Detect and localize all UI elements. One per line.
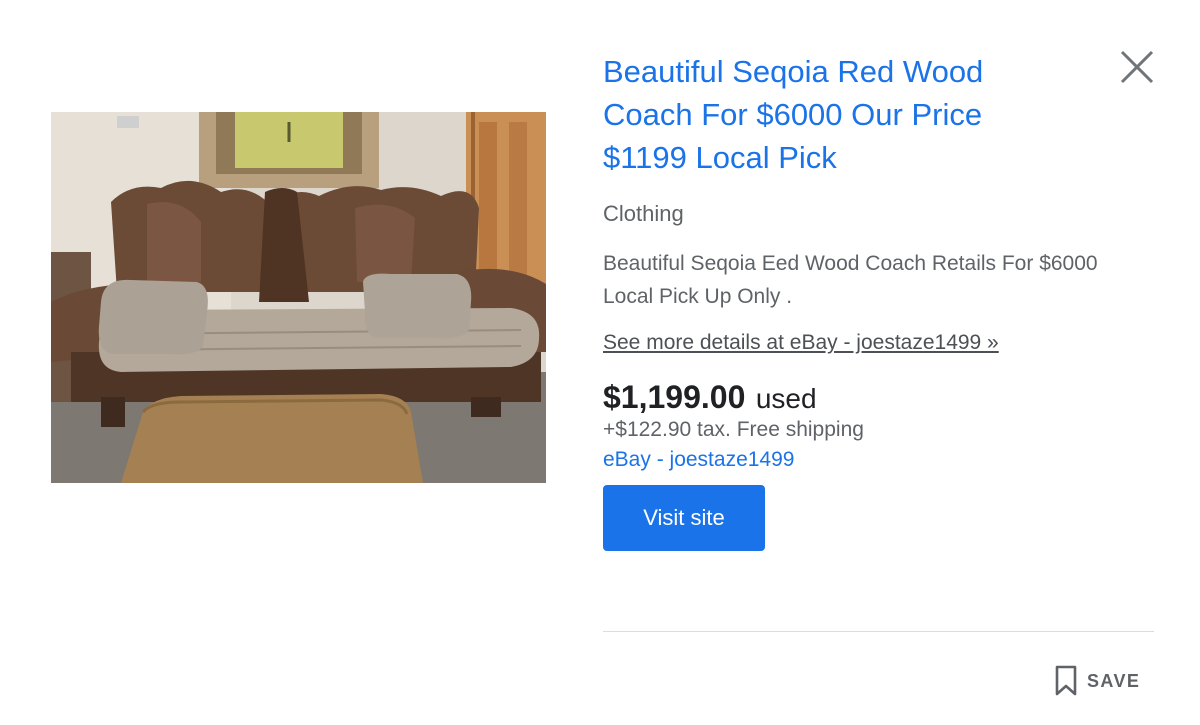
price: $1,199.00: [603, 379, 746, 415]
divider: [603, 631, 1154, 632]
visit-site-button[interactable]: Visit site: [603, 485, 765, 551]
close-icon: [1120, 50, 1154, 84]
listing-title[interactable]: Beautiful Seqoia Red Wood Coach For $600…: [603, 50, 1033, 179]
seller-link[interactable]: eBay - joestaze1499: [603, 448, 1163, 472]
sofa-photo: [51, 112, 546, 483]
condition: used: [755, 383, 817, 414]
price-row: $1,199.00 used: [603, 379, 1163, 416]
more-details-link[interactable]: See more details at eBay - joestaze1499 …: [603, 331, 999, 355]
bookmark-icon: [1055, 665, 1077, 696]
listing-details: Beautiful Seqoia Red Wood Coach For $600…: [603, 50, 1163, 551]
tax-shipping: +$122.90 tax. Free shipping: [603, 418, 864, 441]
listing-description: Beautiful Seqoia Eed Wood Coach Retails …: [603, 252, 1098, 308]
listing-category: Clothing: [603, 201, 684, 226]
save-label: SAVE: [1087, 670, 1141, 691]
close-button[interactable]: [1118, 48, 1156, 86]
save-button[interactable]: SAVE: [1054, 664, 1140, 698]
product-image: [51, 112, 546, 483]
